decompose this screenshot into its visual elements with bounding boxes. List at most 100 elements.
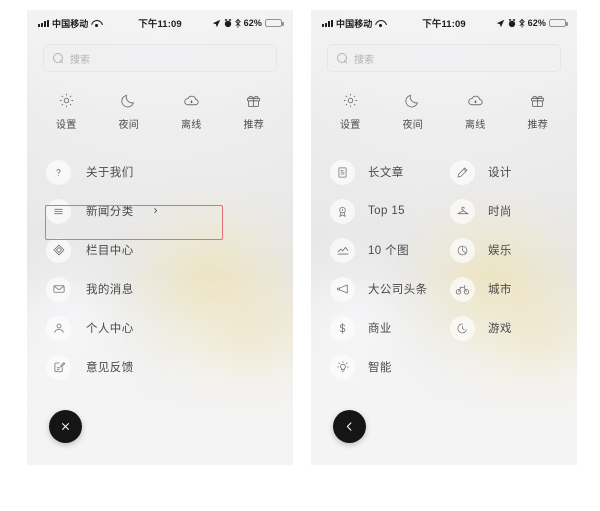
- menu-item-label: 栏目中心: [86, 245, 134, 257]
- location-arrow-icon: [496, 19, 504, 27]
- category-label: 娱乐: [488, 245, 512, 257]
- carrier-label: 中国移动: [52, 18, 89, 29]
- lightbulb-icon: [330, 354, 355, 380]
- question-mark-icon: [46, 159, 71, 185]
- gear-icon: [59, 93, 73, 108]
- menu-item-personal-center[interactable]: 个人中心: [27, 309, 293, 347]
- quick-action-recommend[interactable]: 推荐: [507, 92, 570, 131]
- category-item-business[interactable]: 商业: [311, 309, 444, 347]
- alarm-icon: [508, 18, 515, 27]
- menu-item-feedback[interactable]: 意见反馈: [27, 348, 293, 386]
- person-icon: [46, 315, 71, 341]
- close-button[interactable]: [49, 410, 82, 443]
- category-item-big-company-headlines[interactable]: 大公司头条: [311, 270, 444, 308]
- quick-action-settings[interactable]: 设置: [35, 92, 98, 131]
- category-item-top-15[interactable]: Top 15: [311, 192, 444, 230]
- menu-item-my-messages[interactable]: 我的消息: [27, 270, 293, 308]
- category-item-city[interactable]: 城市: [444, 270, 577, 308]
- wifi-icon: [375, 19, 385, 27]
- battery-icon: [549, 18, 568, 28]
- category-item-games[interactable]: 游戏: [444, 309, 577, 347]
- category-label: 时尚: [488, 206, 512, 218]
- category-label: 智能: [368, 362, 392, 374]
- quick-actions-row: 设置 夜间 离线 推荐: [311, 72, 577, 131]
- dollar-icon: [330, 315, 355, 341]
- quick-action-label: 离线: [180, 120, 202, 131]
- quick-action-label: 设置: [339, 120, 361, 131]
- gift-icon: [531, 95, 545, 107]
- cloud-download-icon: [468, 95, 483, 106]
- quick-action-offline[interactable]: 离线: [160, 92, 223, 131]
- carrier-label: 中国移动: [336, 18, 373, 29]
- moon-icon: [121, 94, 135, 108]
- right-phone-panel: 中国移动 下午11:09 62% 搜索 设置 夜间 离线 推荐 长文章 设计 T…: [311, 10, 577, 465]
- quick-action-night[interactable]: 夜间: [382, 92, 445, 131]
- quick-action-recommend[interactable]: 推荐: [223, 92, 286, 131]
- category-item-long-article[interactable]: 长文章: [311, 153, 444, 191]
- search-bar-container: 搜索: [311, 32, 577, 72]
- category-label: 游戏: [488, 323, 512, 335]
- menu-item-label: 新闻分类: [86, 206, 134, 218]
- battery-icon: [265, 18, 284, 28]
- menu-item-about-us[interactable]: 关于我们: [27, 153, 293, 191]
- signal-icon: [38, 19, 49, 27]
- category-label: 大公司头条: [368, 284, 428, 296]
- close-x-icon: [62, 423, 69, 430]
- status-bar: 中国移动 下午11:09 62%: [27, 10, 293, 32]
- cloud-download-icon: [184, 95, 199, 106]
- alarm-icon: [224, 18, 231, 27]
- bluetooth-icon: [518, 18, 525, 28]
- megaphone-icon: [330, 276, 355, 302]
- category-label: 城市: [488, 284, 512, 296]
- pencil-icon: [450, 159, 475, 185]
- left-menu-list: 关于我们 新闻分类 › 栏目中心 我的消息 个人中心 意见反馈: [27, 131, 293, 386]
- quick-actions-row: 设置 夜间 离线 推荐: [27, 72, 293, 131]
- menu-item-column-center[interactable]: 栏目中心: [27, 231, 293, 269]
- search-placeholder: 搜索: [354, 54, 374, 66]
- quick-action-night[interactable]: 夜间: [98, 92, 161, 131]
- diamond-icon: [46, 237, 71, 263]
- search-icon: [337, 52, 348, 64]
- menu-item-news-categories[interactable]: 新闻分类 ›: [27, 192, 293, 230]
- category-item-entertainment[interactable]: 娱乐: [444, 231, 577, 269]
- search-input[interactable]: 搜索: [327, 44, 561, 72]
- bicycle-icon: [450, 276, 475, 302]
- category-item-10-pictures[interactable]: 10 个图: [311, 231, 444, 269]
- quick-action-label: 设置: [55, 120, 77, 131]
- pie-chart-icon: [450, 237, 475, 263]
- category-item-fashion[interactable]: 时尚: [444, 192, 577, 230]
- quick-action-settings[interactable]: 设置: [319, 92, 382, 131]
- menu-item-label: 个人中心: [86, 323, 134, 335]
- quick-action-label: 离线: [464, 120, 486, 131]
- status-bar-right: 62%: [496, 18, 568, 28]
- battery-percent-label: 62%: [527, 18, 546, 28]
- search-input[interactable]: 搜索: [43, 44, 277, 72]
- status-bar-left: 中国移动: [38, 17, 101, 30]
- gift-icon: [247, 95, 261, 107]
- category-label: 设计: [488, 167, 512, 179]
- menu-item-label: 关于我们: [86, 167, 134, 179]
- search-bar-container: 搜索: [27, 32, 293, 72]
- category-item-smart[interactable]: 智能: [311, 348, 444, 386]
- quick-action-label: 夜间: [118, 120, 140, 131]
- quick-action-label: 夜间: [402, 120, 424, 131]
- left-phone-panel: 中国移动 下午11:09 62% 搜索 设置 夜间 离线 推荐 关于我们 新闻分…: [27, 10, 293, 465]
- quick-action-offline[interactable]: 离线: [444, 92, 507, 131]
- back-button[interactable]: [333, 410, 366, 443]
- medal-icon: [330, 198, 355, 224]
- search-icon: [53, 52, 64, 64]
- battery-percent-label: 62%: [243, 18, 262, 28]
- location-arrow-icon: [212, 19, 220, 27]
- quick-action-label: 推荐: [243, 120, 265, 131]
- menu-item-label: 我的消息: [86, 284, 134, 296]
- envelope-icon: [46, 276, 71, 302]
- wifi-icon: [91, 19, 101, 27]
- category-label: 长文章: [368, 167, 404, 179]
- moon-icon: [405, 94, 419, 108]
- status-bar: 中国移动 下午11:09 62%: [311, 10, 577, 32]
- feedback-edit-icon: [46, 354, 71, 380]
- screenshot-stage: 中国移动 下午11:09 62% 搜索 设置 夜间 离线 推荐 关于我们 新闻分…: [0, 0, 600, 511]
- category-item-design[interactable]: 设计: [444, 153, 577, 191]
- category-label: Top 15: [368, 205, 405, 217]
- category-grid: 长文章 设计 Top 15 时尚 10 个图 娱乐 大公司头条 城市 商业 游戏…: [311, 131, 577, 386]
